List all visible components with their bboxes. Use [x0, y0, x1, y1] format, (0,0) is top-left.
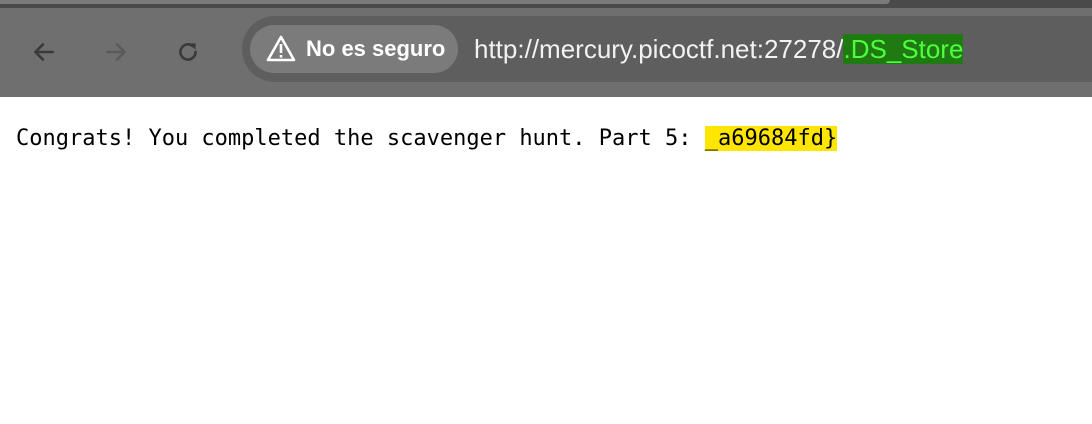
back-button[interactable] — [24, 32, 64, 72]
url-base: http://mercury.picoctf.net:27278/ — [474, 34, 844, 64]
warning-triangle-icon — [266, 35, 296, 62]
browser-chrome: No es seguro http://mercury.picoctf.net:… — [0, 0, 1092, 97]
forward-button[interactable] — [96, 32, 136, 72]
url-text[interactable]: http://mercury.picoctf.net:27278/.DS_Sto… — [474, 32, 964, 66]
active-tab[interactable] — [0, 0, 890, 4]
browser-toolbar: No es seguro http://mercury.picoctf.net:… — [0, 8, 1092, 97]
flag-part: _a69684fd} — [704, 126, 838, 151]
security-label: No es seguro — [306, 36, 446, 61]
arrow-right-icon — [106, 43, 126, 61]
arrow-left-icon — [34, 43, 54, 61]
url-highlight: .DS_Store — [843, 34, 964, 64]
security-chip[interactable]: No es seguro — [250, 25, 458, 73]
congrats-message: Congrats! You completed the scavenger hu… — [16, 126, 705, 151]
tab-strip — [0, 0, 1092, 8]
page-content: Congrats! You completed the scavenger hu… — [16, 124, 838, 154]
reload-button[interactable] — [168, 32, 208, 72]
address-bar[interactable]: No es seguro http://mercury.picoctf.net:… — [242, 16, 1092, 82]
reload-icon — [179, 43, 197, 61]
